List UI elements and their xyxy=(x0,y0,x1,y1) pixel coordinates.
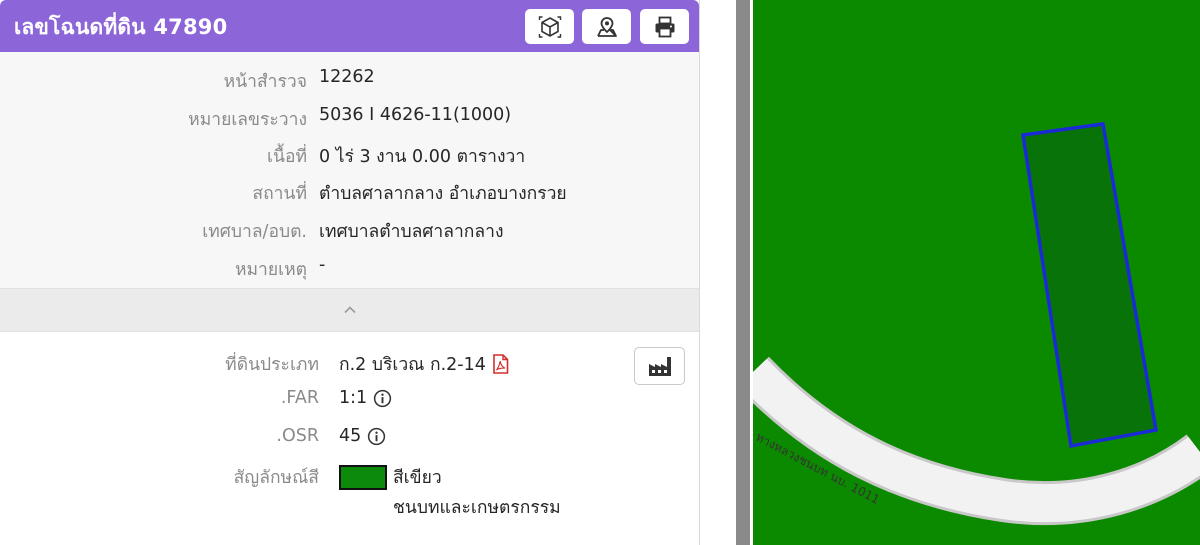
municipality-value: เทศบาลตำบลศาลากลาง xyxy=(319,222,504,242)
deed-title: เลขโฉนดที่ดิน 47890 xyxy=(14,15,228,39)
map-pin-button[interactable] xyxy=(582,9,631,44)
note-row: หมายเหตุ - xyxy=(0,253,699,281)
color-swatch xyxy=(339,464,387,490)
map-view[interactable]: ทางหลวงชนบท นบ. 1011 xyxy=(753,0,1200,545)
panel-splitter[interactable] xyxy=(736,0,750,545)
color-symbol-row: สัญลักษณ์สี สีเขียว xyxy=(0,461,699,490)
municipality-label: เทศบาล/อบต. xyxy=(202,222,307,242)
parcel-info-panel: เลขโฉนดที่ดิน 47890 หน้าสำรวจ 12262 หมาย… xyxy=(0,0,700,545)
color-symbol-label: สัญลักษณ์สี xyxy=(233,468,319,488)
land-type-label: ที่ดินประเภท xyxy=(225,355,319,375)
osr-row: .OSR 45 xyxy=(0,424,699,452)
area-row: เนื้อที่ 0 ไร่ 3 งาน 0.00 ตารางวา xyxy=(0,140,699,168)
far-info-icon[interactable] xyxy=(373,389,392,408)
note-label: หมายเหตุ xyxy=(234,260,307,280)
map-marker-icon xyxy=(596,16,617,37)
municipality-row: เทศบาล/อบต. เทศบาลตำบลศาลากลาง xyxy=(0,215,699,243)
land-type-value: ก.2 บริเวณ ก.2-14 xyxy=(339,355,486,375)
osr-label: .OSR xyxy=(276,426,319,446)
zoning-detail: ที่ดินประเภท ก.2 บริเวณ ก.2-14 .FAR 1:1 xyxy=(0,333,699,545)
panel-header: เลขโฉนดที่ดิน 47890 xyxy=(0,0,699,52)
location-label: สถานที่ xyxy=(252,184,307,204)
far-row: .FAR 1:1 xyxy=(0,386,699,414)
osr-info-icon[interactable] xyxy=(367,427,386,446)
pdf-icon[interactable] xyxy=(492,354,509,374)
far-value: 1:1 xyxy=(339,388,368,408)
color-value: สีเขียว xyxy=(393,468,442,488)
sheet-number-value: 5036 I 4626-11(1000) xyxy=(319,105,512,125)
far-label: .FAR xyxy=(280,388,319,408)
area-label: เนื้อที่ xyxy=(267,147,307,167)
cube-icon xyxy=(538,15,561,38)
area-value: 0 ไร่ 3 งาน 0.00 ตารางวา xyxy=(319,147,526,167)
location-row: สถานที่ ตำบลศาลากลาง อำเภอบางกรวย xyxy=(0,177,699,205)
sheet-number-label: หมายเลขระวาง xyxy=(188,110,307,130)
printer-icon xyxy=(655,16,674,37)
parcel-summary: หน้าสำรวจ 12262 หมายเลขระวาง 5036 I 4626… xyxy=(0,52,699,288)
parcel-boundary[interactable] xyxy=(1020,122,1159,449)
note-value: - xyxy=(319,255,326,275)
survey-page-value: 12262 xyxy=(319,67,375,87)
land-type-row: ที่ดินประเภท ก.2 บริเวณ ก.2-14 xyxy=(0,348,699,376)
sheet-number-row: หมายเลขระวาง 5036 I 4626-11(1000) xyxy=(0,103,699,131)
3d-view-button[interactable] xyxy=(525,9,574,44)
osr-value: 45 xyxy=(339,426,362,446)
collapse-toggle[interactable] xyxy=(0,288,699,332)
chevron-up-icon xyxy=(343,306,356,314)
survey-page-label: หน้าสำรวจ xyxy=(223,72,307,92)
survey-page-row: หน้าสำรวจ 12262 xyxy=(0,65,699,93)
location-value: ตำบลศาลากลาง อำเภอบางกรวย xyxy=(319,184,567,204)
color-description: ชนบทและเกษตรกรรม xyxy=(393,498,561,518)
print-button[interactable] xyxy=(640,9,689,44)
